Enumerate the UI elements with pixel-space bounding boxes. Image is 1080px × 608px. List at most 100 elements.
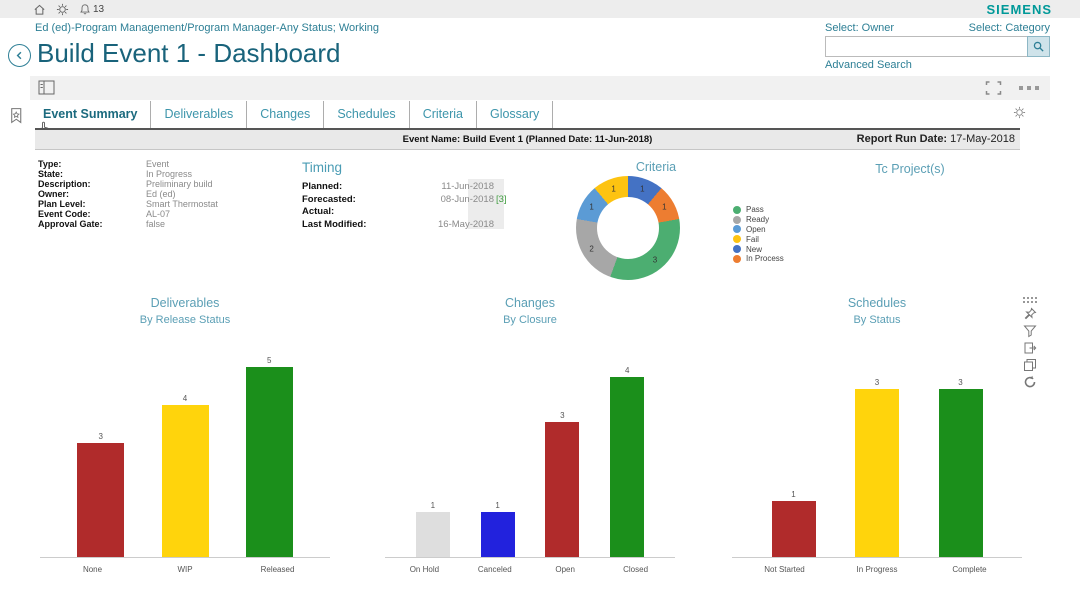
category-label: Open	[534, 565, 596, 574]
bar-canceled[interactable]	[481, 512, 515, 557]
bar-complete[interactable]	[939, 389, 983, 557]
legend-item-pass: Pass	[733, 205, 784, 215]
bar-group-not-started: 1	[772, 490, 816, 557]
copy-icon[interactable]	[1023, 358, 1037, 372]
search-button[interactable]	[1027, 36, 1050, 57]
detail-row: Plan Level:Smart Thermostat	[38, 199, 288, 209]
timing-row: Planned:11-Jun-2018	[302, 181, 502, 194]
detail-label: Owner:	[38, 189, 146, 199]
category-labels: On HoldCanceledOpenClosed	[385, 565, 675, 574]
select-owner[interactable]: Select: Owner	[825, 22, 894, 34]
search-box	[825, 36, 1050, 57]
plot-area: 345	[40, 326, 330, 558]
bar-group-closed: 4	[610, 366, 644, 557]
legend-item-new: New	[733, 244, 784, 254]
bar-released[interactable]	[246, 367, 293, 557]
settings-gear-icon[interactable]	[1013, 106, 1026, 119]
bookmark-star-icon[interactable]	[8, 107, 25, 124]
legend-dot	[733, 235, 741, 243]
report-run-date: Report Run Date: 17-May-2018	[857, 133, 1015, 145]
timing-value: 16-May-2018	[394, 219, 494, 232]
bar-in-progress[interactable]	[855, 389, 899, 557]
tab-schedules[interactable]: Schedules	[324, 101, 409, 128]
timing-value	[394, 206, 494, 219]
timing-label: Last Modified:	[302, 219, 394, 232]
more-options-icon[interactable]	[1018, 84, 1040, 92]
bar-open[interactable]	[545, 422, 579, 557]
pin-icon[interactable]	[1023, 307, 1037, 321]
timing-title: Timing	[302, 160, 342, 175]
timing-list: Planned:11-Jun-2018Forecasted:08-Jun-201…	[302, 181, 502, 231]
chart-subtitle: By Closure	[385, 314, 675, 326]
legend-dot	[733, 255, 741, 263]
detail-value: Preliminary build	[146, 179, 288, 189]
bar-not-started[interactable]	[772, 501, 816, 557]
tab-glossary[interactable]: Glossary	[477, 101, 553, 128]
timing-note	[494, 206, 502, 219]
category-label: In Progress	[837, 565, 917, 574]
legend-dot	[733, 225, 741, 233]
timing-label: Planned:	[302, 181, 394, 194]
layout-icon[interactable]	[38, 80, 55, 95]
fullscreen-icon[interactable]	[985, 81, 1002, 95]
bar-on-hold[interactable]	[416, 512, 450, 557]
legend-item-open: Open	[733, 225, 784, 235]
detail-value: AL-07	[146, 209, 288, 219]
refresh-icon[interactable]	[1023, 375, 1037, 389]
donut-segment-value: 2	[589, 245, 593, 254]
category-label: Closed	[605, 565, 667, 574]
detail-label: Event Code:	[38, 209, 146, 219]
home-icon[interactable]	[33, 3, 46, 16]
legend-item-fail: Fail	[733, 234, 784, 244]
bar-value-label: 1	[431, 501, 435, 510]
export-icon[interactable]	[1023, 341, 1037, 355]
chart-title: Changes	[385, 296, 675, 310]
detail-value: false	[146, 219, 288, 229]
bell-icon	[79, 3, 91, 16]
detail-row: Event Code:AL-07	[38, 209, 288, 219]
bar-group-wip: 4	[162, 394, 209, 557]
tab-criteria[interactable]: Criteria	[410, 101, 477, 128]
legend-label: Fail	[746, 235, 759, 244]
bar-group-released: 5	[246, 356, 293, 557]
tab-event-summary[interactable]: Event Summary	[30, 101, 151, 128]
bar-none[interactable]	[77, 443, 124, 557]
donut-segment-value: 1	[640, 184, 644, 193]
timing-note	[494, 219, 502, 232]
bar-wip[interactable]	[162, 405, 209, 557]
tc-projects-title: Tc Project(s)	[845, 162, 975, 176]
tab-deliverables[interactable]: Deliverables	[151, 101, 247, 128]
criteria-legend: PassReadyOpenFailNewIn Process	[733, 205, 784, 264]
chart-subtitle: By Release Status	[40, 314, 330, 326]
advanced-search-link[interactable]: Advanced Search	[825, 59, 912, 71]
back-button[interactable]	[8, 44, 31, 67]
tab-changes[interactable]: Changes	[247, 101, 324, 128]
bar-closed[interactable]	[610, 377, 644, 557]
criteria-donut-chart[interactable]: 113211	[576, 176, 680, 280]
page-title: Build Event 1 - Dashboard	[37, 38, 341, 69]
toolbar	[30, 76, 1050, 100]
event-details-list: Type:EventState:In ProgressDescription:P…	[38, 159, 288, 229]
deliverables-chart: Deliverables By Release Status 345 NoneW…	[40, 296, 330, 574]
gear-icon[interactable]	[56, 3, 69, 16]
filter-icon[interactable]	[1023, 324, 1037, 338]
criteria-title: Criteria	[596, 160, 716, 174]
timing-row: Last Modified:16-May-2018	[302, 219, 502, 232]
select-category[interactable]: Select: Category	[969, 22, 1050, 34]
category-label: Not Started	[745, 565, 825, 574]
bar-value-label: 5	[267, 356, 271, 365]
app-window: 13 SIEMENS Ed (ed)-Program Management/Pr…	[0, 0, 1080, 608]
drag-handle-icon[interactable]	[1022, 296, 1038, 304]
category-label: On Hold	[393, 565, 455, 574]
timing-value: 08-Jun-2018	[394, 194, 494, 207]
search-input[interactable]	[825, 36, 1050, 57]
donut-segment-value: 3	[653, 256, 657, 265]
donut-hole	[597, 197, 659, 259]
detail-value: Smart Thermostat	[146, 199, 288, 209]
detail-label: Plan Level:	[38, 199, 146, 209]
bar-value-label: 4	[183, 394, 187, 403]
schedules-chart: Schedules By Status 133 Not StartedIn Pr…	[732, 296, 1022, 574]
legend-label: New	[746, 245, 762, 254]
bar-group-in-progress: 3	[855, 378, 899, 557]
notifications[interactable]: 13	[79, 3, 104, 16]
